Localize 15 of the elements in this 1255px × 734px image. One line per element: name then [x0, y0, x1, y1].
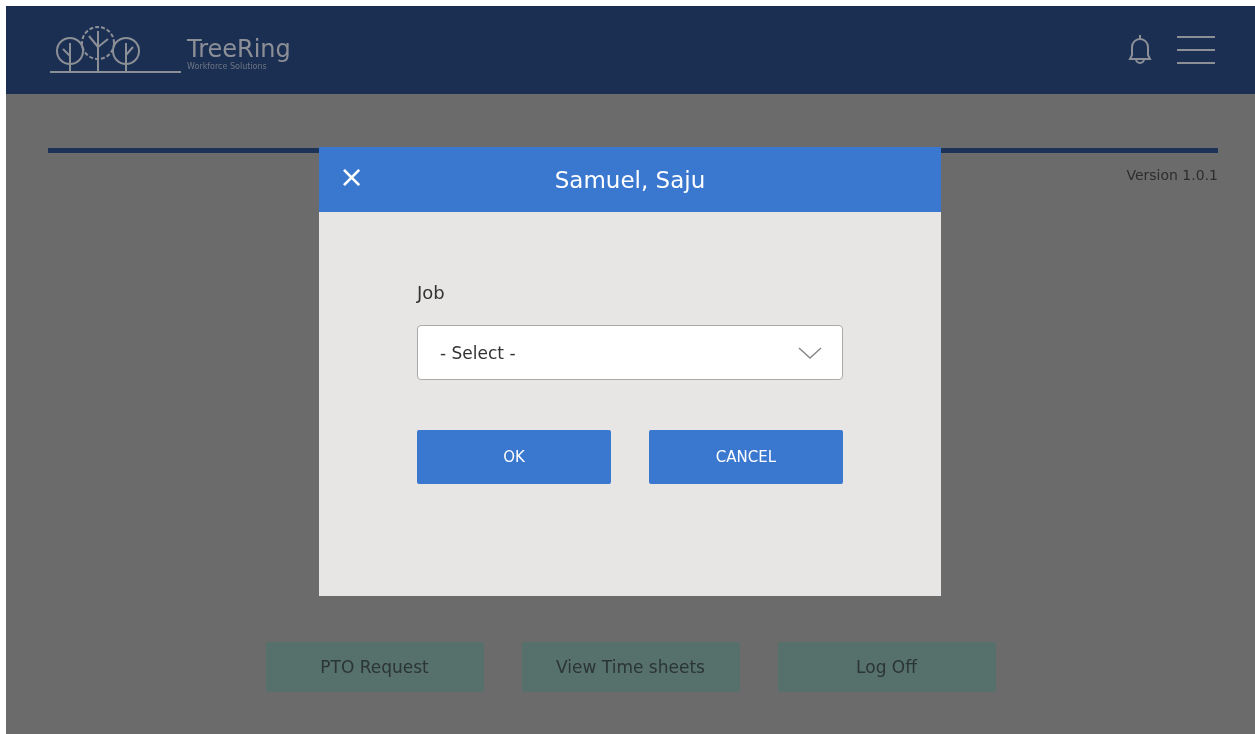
- chevron-icon: [798, 346, 822, 359]
- brand-tagline: Workforce Solutions: [187, 62, 268, 71]
- close-button[interactable]: ×: [335, 159, 369, 195]
- menu-icon[interactable]: [1177, 35, 1215, 65]
- dialog-title: Samuel, Saju: [554, 166, 706, 193]
- logo-icon: [48, 25, 183, 75]
- action-button[interactable]: View Time sheets: [521, 642, 740, 692]
- brand-name: TreeRing: [187, 36, 291, 62]
- action-button[interactable]: PTO Request: [265, 642, 484, 692]
- field-label: Job: [417, 282, 446, 303]
- dialog-button[interactable]: OK: [417, 430, 611, 484]
- job-select[interactable]: - Select -: [417, 325, 843, 380]
- dialog-button[interactable]: CANCEL: [649, 430, 843, 484]
- action-button[interactable]: Log Off: [777, 642, 996, 692]
- version-label: Version 1.0.1: [1126, 167, 1218, 183]
